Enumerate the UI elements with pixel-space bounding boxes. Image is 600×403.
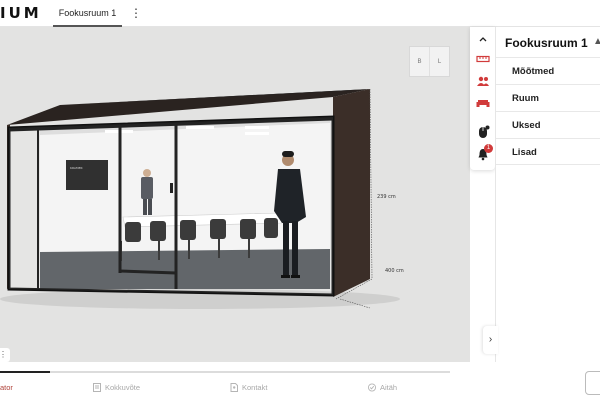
menu-item-lisad[interactable]: Lisad bbox=[496, 138, 600, 165]
height-dimension-label: 239 cm bbox=[377, 194, 396, 200]
panel-title: Fookusruum 1 bbox=[505, 36, 588, 50]
next-step-button[interactable] bbox=[585, 371, 600, 395]
chevron-up-icon[interactable] bbox=[470, 29, 495, 49]
collapse-left-button[interactable]: ⋮ bbox=[0, 348, 10, 362]
contact-icon bbox=[230, 382, 238, 392]
menu-item-uksed[interactable]: Uksed bbox=[496, 111, 600, 138]
menu-item-moodtmed[interactable]: Mõõtmed bbox=[496, 57, 600, 84]
progress-track bbox=[0, 371, 450, 373]
step-aitah[interactable]: Aitäh bbox=[368, 380, 397, 394]
step-kokkuvote[interactable]: Kokkuvõte bbox=[93, 380, 140, 394]
room-render: KRAMER 239 cm 400 cm bbox=[0, 88, 404, 309]
view-cube[interactable]: B L bbox=[409, 46, 450, 77]
depth-dimension-label: 400 cm bbox=[385, 268, 404, 274]
tab-fookusruum-1[interactable]: Fookusruum 1 bbox=[53, 0, 122, 27]
sofa-icon[interactable] bbox=[470, 93, 495, 113]
step-configurator[interactable]: ator bbox=[0, 380, 13, 394]
room-settings-panel: Fookusruum 1 ▲ Mõõtmed Ruum Uksed Lisad bbox=[495, 27, 600, 362]
mouse-icon[interactable] bbox=[470, 122, 495, 142]
step-label: ator bbox=[0, 382, 13, 392]
ruler-icon[interactable] bbox=[470, 49, 495, 69]
people-icon[interactable] bbox=[470, 71, 495, 91]
3d-viewport[interactable]: KRAMER 239 cm 400 cm B L ⋮ bbox=[0, 27, 470, 362]
collapse-caret-icon[interactable]: ▲ bbox=[593, 36, 600, 47]
step-navigation: ator Kokkuvõte Kontakt Aitäh bbox=[0, 362, 600, 403]
configurator-app: IUM Fookusruum 1 ⋮ KRAMER 239 cm 400 cm … bbox=[0, 0, 600, 403]
notification-badge: 1 bbox=[484, 144, 493, 153]
tool-strip: 1 bbox=[470, 27, 495, 170]
bell-icon[interactable]: 1 bbox=[470, 144, 495, 164]
kebab-icon[interactable]: ⋮ bbox=[130, 6, 142, 21]
brand-logo[interactable]: IUM bbox=[0, 4, 42, 22]
step-kontakt[interactable]: Kontakt bbox=[230, 380, 267, 394]
step-label: Kokkuvõte bbox=[105, 382, 141, 392]
menu-item-ruum[interactable]: Ruum bbox=[496, 84, 600, 111]
step-label: Kontakt bbox=[242, 382, 268, 392]
top-bar: IUM Fookusruum 1 ⋮ bbox=[0, 0, 600, 27]
view-cube-face-right[interactable]: L bbox=[429, 47, 449, 76]
view-cube-face-left[interactable]: B bbox=[410, 47, 429, 76]
summary-icon bbox=[93, 382, 101, 392]
step-label: Aitäh bbox=[380, 382, 398, 392]
progress-fill bbox=[0, 371, 50, 373]
check-circle-icon bbox=[368, 383, 376, 391]
expand-panel-button[interactable]: › bbox=[483, 326, 498, 354]
